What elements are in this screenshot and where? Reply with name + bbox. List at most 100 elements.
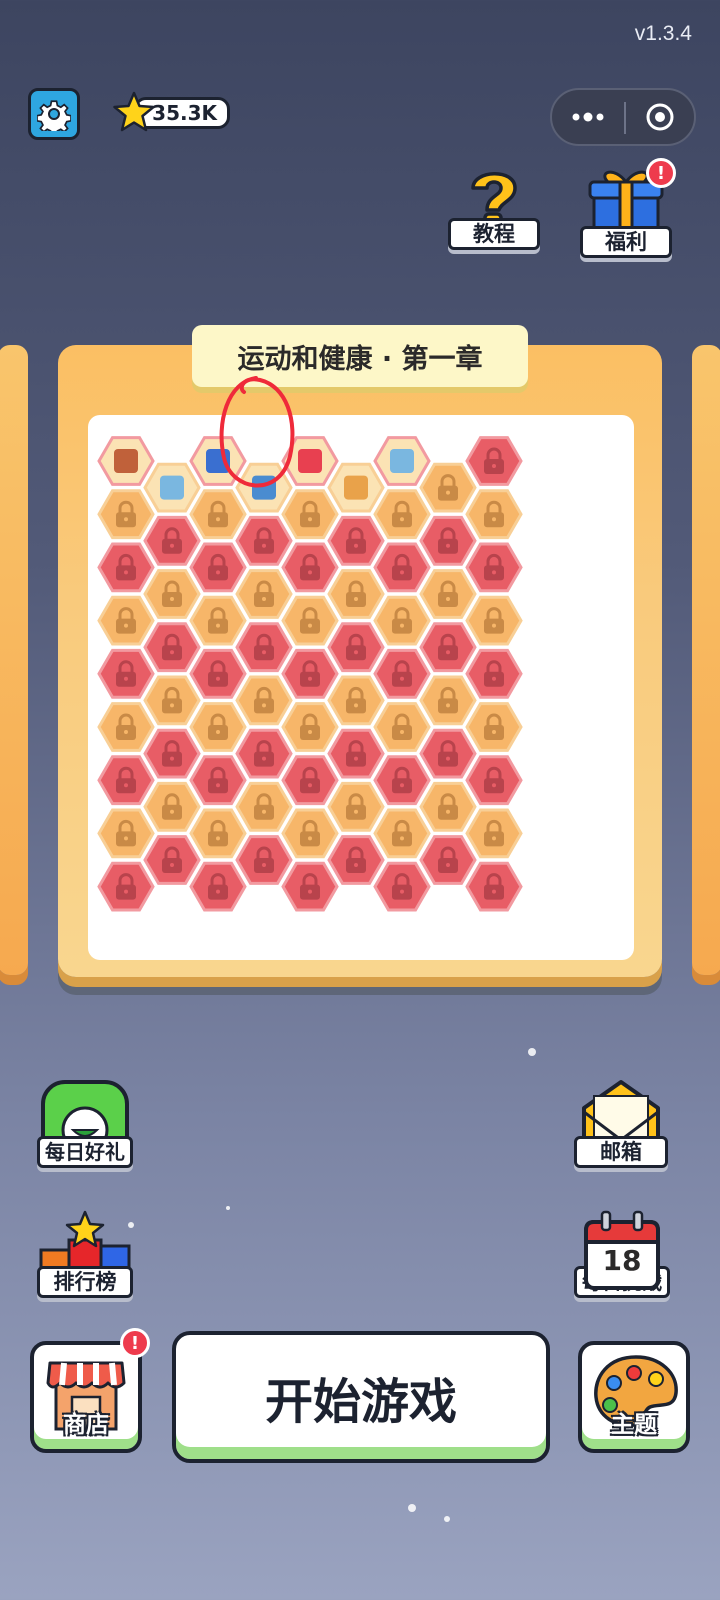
daily-gift-button[interactable]: 每日好礼 (36, 1078, 134, 1168)
theme-label: 主题 (611, 1412, 657, 1438)
welfare-badge: ! (646, 158, 676, 188)
level-cell-locked (97, 808, 155, 859)
mailbox-button[interactable]: 邮箱 (574, 1078, 668, 1168)
welfare-button[interactable]: 福利 ! (580, 158, 676, 258)
target-icon (646, 103, 674, 131)
level-cell-locked (373, 595, 431, 646)
level-board (88, 415, 634, 960)
level-cell-locked (235, 728, 293, 779)
level-cell-locked (465, 595, 523, 646)
level-cell-unlocked[interactable] (97, 436, 155, 486)
level-cell-locked (235, 569, 293, 619)
mailbox-label: 邮箱 (574, 1136, 668, 1168)
start-game-button[interactable]: 开始游戏 (172, 1331, 550, 1463)
level-cell-locked (97, 648, 155, 699)
snow-particle (444, 1516, 450, 1522)
level-cell-locked (281, 648, 339, 699)
level-cell-locked (419, 569, 477, 619)
level-cell-locked (143, 728, 201, 779)
level-cell-locked (281, 702, 339, 752)
leaderboard-button[interactable]: 排行榜 (36, 1210, 134, 1298)
level-cell-locked (281, 861, 339, 912)
level-cell-locked (97, 542, 155, 593)
snow-particle (528, 1048, 536, 1056)
level-cell-unlocked[interactable] (373, 436, 431, 486)
level-cell-locked (373, 702, 431, 752)
level-cell-locked (419, 728, 477, 779)
snow-particle (128, 1222, 134, 1228)
level-cell-locked (465, 542, 523, 593)
level-cell-locked (373, 755, 431, 806)
level-cell-locked (281, 595, 339, 646)
level-cell-locked (189, 648, 247, 699)
level-cell-locked (327, 515, 385, 566)
level-cell-locked (143, 515, 201, 566)
shop-button[interactable]: 商店 (30, 1341, 142, 1453)
level-cell-locked (235, 515, 293, 566)
level-cell-locked (143, 835, 201, 885)
snow-particle (226, 1206, 230, 1210)
level-cell-locked (143, 622, 201, 673)
level-cell-locked (465, 755, 523, 806)
prev-chapter-card[interactable] (0, 345, 28, 975)
settings-button[interactable] (28, 88, 80, 140)
level-cell-locked (97, 702, 155, 752)
theme-button[interactable]: 主题 (578, 1341, 690, 1453)
level-cell-locked (327, 569, 385, 619)
calendar-icon: 18 (580, 1210, 664, 1292)
level-cell-locked (281, 808, 339, 859)
level-cell-locked (327, 728, 385, 779)
more-button[interactable] (552, 90, 624, 144)
level-cell-locked (189, 808, 247, 859)
level-cell-locked (465, 702, 523, 752)
coin-value: 35.3K (152, 101, 217, 125)
level-cell-locked (419, 515, 477, 566)
level-cell-locked (97, 489, 155, 540)
level-cell-unlocked[interactable] (327, 462, 385, 513)
jump-rope-icon (160, 475, 184, 500)
level-cell-locked (97, 755, 155, 806)
level-cell-locked (189, 702, 247, 752)
level-cell-locked (373, 808, 431, 859)
red-circle-annotation (219, 376, 295, 488)
close-miniprogram-button[interactable] (626, 90, 694, 144)
miniprogram-capsule (550, 88, 696, 146)
dumbbell-icon (390, 449, 414, 473)
level-cell-locked (235, 835, 293, 885)
level-cell-unlocked[interactable] (143, 462, 201, 513)
level-cell-locked (235, 781, 293, 832)
level-cell-locked (419, 622, 477, 673)
tutorial-button[interactable]: 教程 (448, 164, 540, 250)
level-cell-locked (373, 648, 431, 699)
star-icon (113, 91, 155, 132)
shop-label: 商店 (63, 1412, 109, 1438)
level-cell-locked (189, 861, 247, 912)
runner-icon (344, 475, 368, 500)
leaderboard-label: 排行榜 (37, 1266, 133, 1298)
shop-badge: ! (120, 1328, 150, 1358)
level-cell-locked (465, 861, 523, 912)
level-cell-locked (189, 595, 247, 646)
shoe-icon (114, 449, 138, 473)
level-cell-locked (97, 861, 155, 912)
coin-counter: 35.3K (112, 91, 236, 137)
daily-gift-label: 每日好礼 (37, 1136, 133, 1168)
next-chapter-card[interactable] (692, 345, 720, 975)
level-cell-locked (143, 781, 201, 832)
level-cell-locked (143, 569, 201, 619)
level-cell-locked (373, 861, 431, 912)
level-cell-locked (465, 808, 523, 859)
level-cell-locked (327, 622, 385, 673)
hex-grid (97, 436, 523, 912)
level-cell-locked (373, 489, 431, 540)
level-cell-locked (419, 462, 477, 513)
level-cell-locked (235, 675, 293, 726)
more-dots-icon (572, 112, 604, 122)
level-cell-locked (419, 675, 477, 726)
daily-challenge-button[interactable]: 18 每日挑战 (574, 1210, 670, 1298)
level-cell-locked (281, 755, 339, 806)
level-cell-locked (465, 436, 523, 486)
version-label: v1.3.4 (634, 22, 692, 45)
snow-particle (408, 1504, 416, 1512)
level-cell-locked (327, 675, 385, 726)
